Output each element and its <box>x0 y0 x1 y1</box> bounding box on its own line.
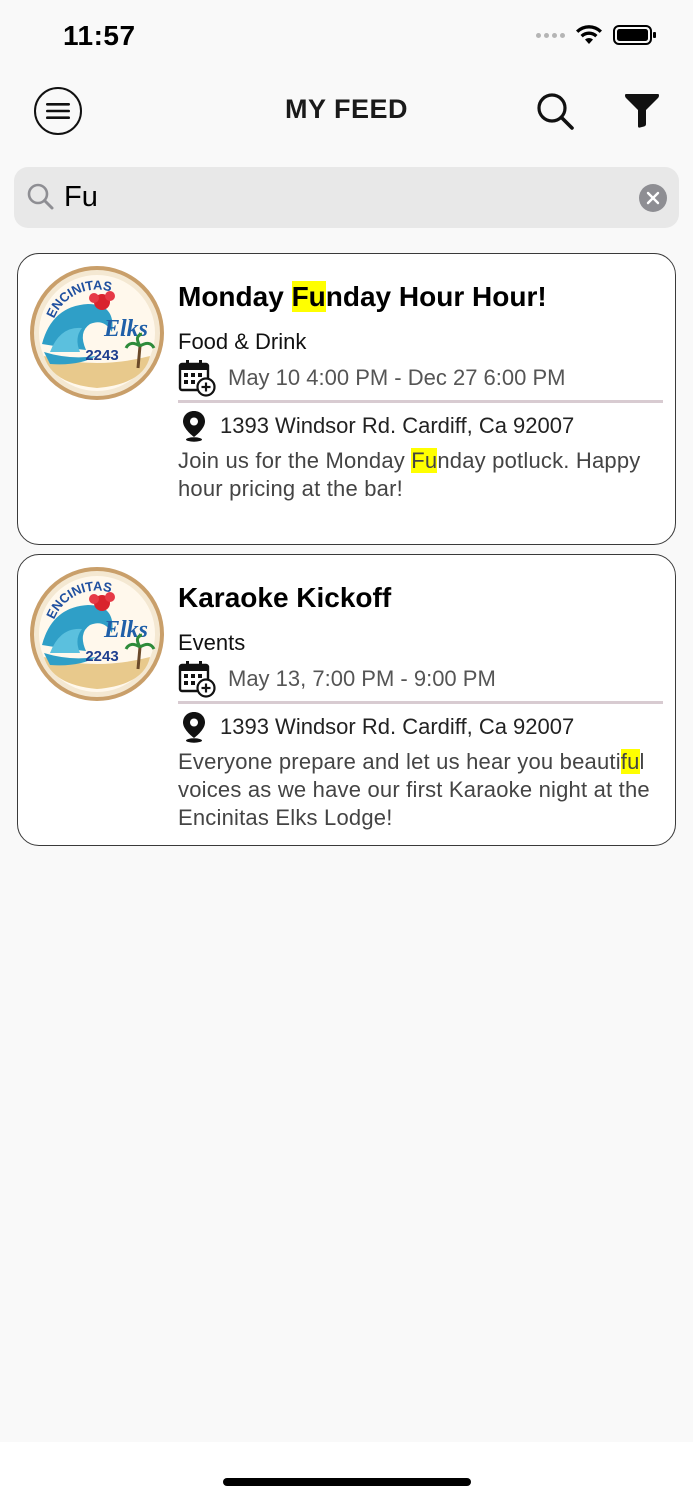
search-button[interactable] <box>534 90 578 134</box>
clear-icon <box>646 191 660 205</box>
location-pin-icon <box>183 712 205 743</box>
event-dates: May 13, 7:00 PM - 9:00 PM <box>228 666 496 691</box>
location-pin-icon <box>183 411 205 442</box>
event-location: 1393 Windsor Rd. Cardiff, Ca 92007 <box>220 714 575 739</box>
filter-button[interactable] <box>622 90 666 134</box>
clear-search-button[interactable] <box>639 184 667 212</box>
search-input[interactable] <box>64 167 624 228</box>
event-category: Food & Drink <box>178 329 307 354</box>
home-indicator[interactable] <box>223 1478 471 1486</box>
svg-text:2243: 2243 <box>85 347 118 364</box>
event-details: Monday Funday Hour Hour! Food & Drink Ma… <box>178 276 664 503</box>
elks-logo: Elks 2243 ENCINITAS <box>30 266 164 400</box>
svg-text:Elks: Elks <box>103 617 148 643</box>
elks-logo: Elks 2243 ENCINITAS <box>30 567 164 701</box>
search-highlight: Fu <box>411 448 438 473</box>
divider <box>178 701 663 704</box>
signal-icon <box>536 32 565 38</box>
date-row: May 13, 7:00 PM - 9:00 PM <box>178 660 664 698</box>
event-category: Events <box>178 630 246 655</box>
bottom-bar <box>0 1442 693 1500</box>
date-row: May 10 4:00 PM - Dec 27 6:00 PM <box>178 359 664 397</box>
status-time: 11:57 <box>63 20 136 51</box>
svg-text:2243: 2243 <box>85 648 118 665</box>
page-title: MY FEED <box>284 94 409 124</box>
nav-bar: MY FEED <box>0 76 693 146</box>
event-title: Monday Funday Hour Hour! <box>178 281 547 312</box>
event-card[interactable]: Elks 2243 ENCINITAS Monday Funday Hour H… <box>17 253 676 545</box>
search-field-icon <box>27 183 54 210</box>
battery-icon <box>613 25 656 45</box>
calendar-add-icon[interactable] <box>178 660 216 698</box>
event-description: Everyone prepare and let us hear you bea… <box>178 749 650 830</box>
search-field <box>14 167 679 228</box>
search-highlight: fu <box>620 749 640 774</box>
search-highlight: Fu <box>291 281 326 312</box>
event-card[interactable]: Elks 2243 ENCINITAS Karaoke Kickoff Even… <box>17 554 676 846</box>
location-row: 1393 Windsor Rd. Cardiff, Ca 92007 <box>178 710 664 744</box>
event-details: Karaoke Kickoff Events May 13, 7:00 PM -… <box>178 577 664 832</box>
event-dates: May 10 4:00 PM - Dec 27 6:00 PM <box>228 365 566 390</box>
wifi-icon <box>576 25 602 44</box>
event-title: Karaoke Kickoff <box>178 582 392 613</box>
status-icons <box>536 24 657 46</box>
location-row: 1393 Windsor Rd. Cardiff, Ca 92007 <box>178 409 664 443</box>
divider <box>178 400 663 403</box>
filter-icon <box>625 94 659 128</box>
search-icon <box>537 93 574 130</box>
status-bar: 11:57 <box>0 0 693 76</box>
event-description: Join us for the Monday Funday potluck. H… <box>178 448 641 501</box>
svg-text:Elks: Elks <box>103 316 148 342</box>
event-location: 1393 Windsor Rd. Cardiff, Ca 92007 <box>220 413 575 438</box>
calendar-add-icon[interactable] <box>178 359 216 397</box>
